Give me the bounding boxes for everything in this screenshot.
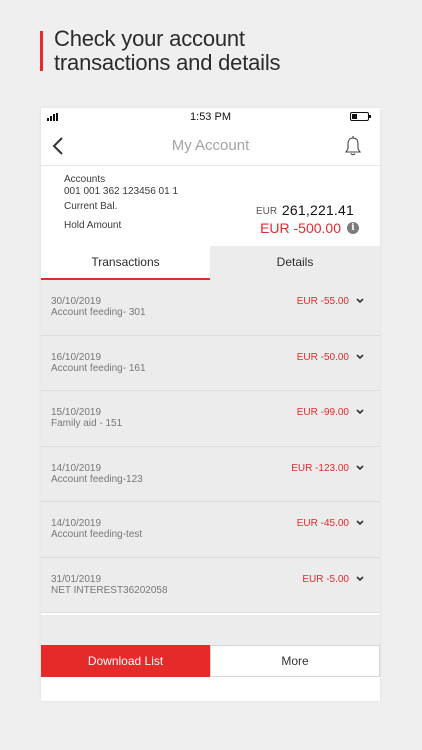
transaction-description: Account feeding- 161 bbox=[51, 362, 146, 374]
promo-text: Check your account transactions and deta… bbox=[54, 26, 281, 75]
transaction-amount: EUR -50.00 bbox=[296, 351, 349, 363]
transaction-row[interactable]: 14/10/2019 Account feeding-test EUR -45.… bbox=[41, 502, 380, 558]
promo-header: Check your account transactions and deta… bbox=[40, 26, 410, 75]
transaction-date: 30/10/2019 bbox=[51, 296, 102, 307]
account-number: 001 001 362 123456 01 1 bbox=[64, 186, 178, 197]
nav-bar: My Account bbox=[41, 126, 380, 166]
more-button[interactable]: More bbox=[210, 645, 380, 677]
transaction-description: Account feeding-123 bbox=[51, 473, 143, 485]
transaction-row[interactable]: 16/10/2019 Account feeding- 161 EUR -50.… bbox=[41, 335, 380, 391]
chevron-down-icon[interactable] bbox=[356, 298, 364, 304]
balance-currency: EUR bbox=[256, 206, 278, 217]
transaction-description: Account feeding- 301 bbox=[51, 307, 146, 318]
promo-accent-bar bbox=[40, 31, 43, 71]
transaction-description: Account feeding-test bbox=[51, 529, 143, 540]
page-title: My Account bbox=[171, 137, 250, 154]
transaction-amount: EUR -123.00 bbox=[291, 462, 349, 474]
transaction-amount: EUR -55.00 bbox=[296, 296, 349, 307]
transaction-row[interactable]: 30/10/2019 Account feeding- 301 EUR -55.… bbox=[41, 280, 380, 336]
transaction-row[interactable]: 14/10/2019 Account feeding-123 EUR -123.… bbox=[41, 446, 380, 502]
info-icon[interactable]: i bbox=[347, 222, 359, 234]
transaction-date: 31/01/2019 bbox=[51, 573, 102, 585]
hold-amount: EUR -500.00 bbox=[260, 220, 341, 236]
transaction-row[interactable]: 31/01/2019 NET INTEREST36202058 EUR -5.0… bbox=[41, 557, 380, 613]
chevron-down-icon[interactable] bbox=[356, 353, 364, 360]
action-buttons: Download List More bbox=[41, 645, 380, 677]
transaction-list: 30/10/2019 Account feeding- 301 EUR -55.… bbox=[41, 280, 380, 613]
chevron-down-icon[interactable] bbox=[356, 520, 364, 526]
tab-details[interactable]: Details bbox=[210, 246, 380, 280]
list-bottom-spacer bbox=[41, 615, 380, 645]
hold-amount-label: Hold Amount bbox=[64, 220, 122, 231]
current-balance-label: Current Bal. bbox=[64, 201, 118, 212]
chevron-down-icon[interactable] bbox=[356, 464, 364, 471]
tab-transactions[interactable]: Transactions bbox=[41, 246, 210, 280]
bell-icon[interactable] bbox=[344, 135, 362, 157]
account-summary: Accounts 001 001 362 123456 01 1 Current… bbox=[41, 167, 380, 246]
transaction-date: 15/10/2019 bbox=[51, 407, 102, 418]
transaction-description: NET INTEREST36202058 bbox=[51, 584, 168, 596]
balance-amount: 261,221.41 bbox=[281, 202, 354, 218]
status-time: 1:53 PM bbox=[190, 111, 231, 123]
transaction-date: 16/10/2019 bbox=[51, 351, 102, 363]
status-bar: 1:53 PM bbox=[41, 108, 380, 126]
transaction-date: 14/10/2019 bbox=[51, 518, 102, 529]
battery-icon bbox=[350, 112, 371, 121]
promo-line-1: Check your account bbox=[54, 26, 245, 51]
transaction-amount: EUR -5.00 bbox=[302, 573, 349, 585]
promo-line-2: transactions and details bbox=[54, 50, 281, 75]
chevron-down-icon[interactable] bbox=[356, 575, 364, 582]
chevron-down-icon[interactable] bbox=[356, 409, 364, 415]
transaction-date: 14/10/2019 bbox=[51, 462, 102, 474]
accounts-label: Accounts bbox=[64, 174, 106, 185]
download-list-button[interactable]: Download List bbox=[41, 645, 210, 677]
transaction-row[interactable]: 15/10/2019 Family aid - 151 EUR -99.00 bbox=[41, 391, 380, 447]
transaction-description: Family aid - 151 bbox=[51, 418, 123, 429]
tab-bar: Transactions Details bbox=[41, 246, 380, 280]
transaction-amount: EUR -99.00 bbox=[296, 407, 349, 418]
transaction-amount: EUR -45.00 bbox=[296, 518, 349, 529]
phone-screen: 1:53 PM My Account Accounts 001 001 362 … bbox=[41, 108, 380, 701]
